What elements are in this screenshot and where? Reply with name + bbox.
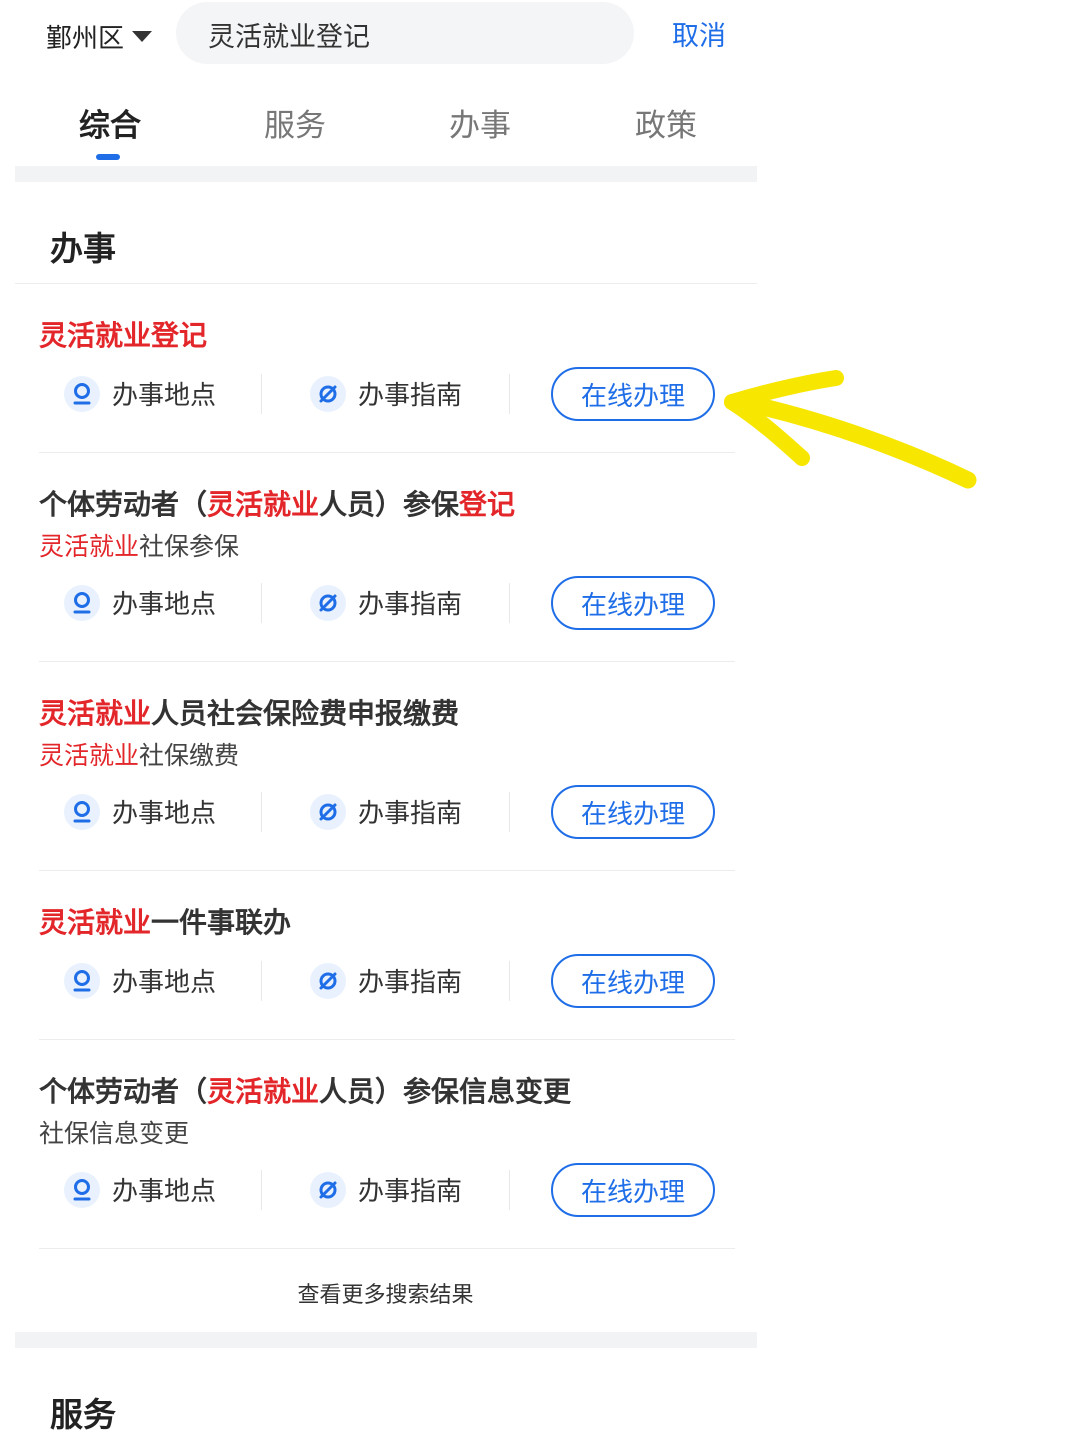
search-box[interactable] [176,2,634,66]
location-action[interactable]: 办事地点 [64,962,216,999]
text-segment: 人员）参保 [319,488,460,521]
divider [261,374,262,414]
text-segment: 社保缴费 [139,741,240,770]
highlighted-text: 登记 [459,488,516,521]
district-selector[interactable]: 鄞州区 [46,14,153,58]
divider [509,961,510,1001]
highlighted-text: 灵活就业 [39,697,152,730]
guide-label: 办事指南 [358,799,463,829]
view-more-results-link[interactable]: 查看更多搜索结果 [0,1277,771,1309]
compass-icon [310,962,346,999]
location-label: 办事地点 [112,799,217,829]
location-label: 办事地点 [112,1177,217,1207]
tab-services[interactable]: 服务 [264,100,326,145]
divider [261,1170,262,1210]
divider [509,792,510,832]
guide-action[interactable]: 办事指南 [310,584,462,621]
guide-action[interactable]: 办事指南 [310,375,462,412]
online-handle-button[interactable]: 在线办理 [551,367,715,421]
guide-action[interactable]: 办事指南 [310,962,462,999]
highlighted-text: 灵活就业 [39,532,140,561]
item-title[interactable]: 灵活就业人员社会保险费申报缴费 [39,692,459,732]
online-handle-button[interactable]: 在线办理 [551,1163,715,1217]
guide-action[interactable]: 办事指南 [310,793,462,830]
divider [261,961,262,1001]
location-pin-icon [64,584,100,621]
location-action[interactable]: 办事地点 [64,375,216,412]
caret-down-icon [132,30,153,42]
location-action[interactable]: 办事地点 [64,1171,216,1208]
location-pin-icon [64,962,100,999]
tab-policies[interactable]: 政策 [635,100,697,145]
district-label: 鄞州区 [46,23,125,54]
online-handle-button[interactable]: 在线办理 [551,785,715,839]
divider [15,283,757,284]
section-divider [15,1332,757,1348]
location-pin-icon [64,375,100,412]
divider [261,792,262,832]
divider [509,1170,510,1210]
text-segment: 社保信息变更 [39,1119,190,1148]
divider [39,452,735,453]
tab-affairs[interactable]: 办事 [449,100,511,145]
divider [509,583,510,623]
compass-icon [310,793,346,830]
text-segment: 人员社会保险费申报缴费 [151,697,460,730]
location-label: 办事地点 [112,381,217,411]
item-subtitle: 社保信息变更 [39,1114,189,1150]
location-pin-icon [64,793,100,830]
guide-label: 办事指南 [358,1177,463,1207]
online-handle-button[interactable]: 在线办理 [551,576,715,630]
compass-icon [310,375,346,412]
arrow-pointing-left-icon [724,370,977,489]
item-subtitle: 灵活就业社保参保 [39,527,239,563]
guide-label: 办事指南 [358,590,463,620]
item-title[interactable]: 灵活就业一件事联办 [39,901,291,941]
location-action[interactable]: 办事地点 [64,793,216,830]
highlighted-text: 灵活就业 [39,906,152,939]
text-segment: 个体劳动者（ [39,1075,208,1108]
highlighted-text: 灵活就业 [207,1075,320,1108]
section-title-services: 服务 [50,1395,116,1434]
item-subtitle: 灵活就业社保缴费 [39,736,239,772]
highlighted-text: 灵活就业登记 [39,319,208,352]
location-pin-icon [64,1171,100,1208]
compass-icon [310,1171,346,1208]
highlighted-text: 灵活就业 [207,488,320,521]
highlighted-text: 灵活就业 [39,741,140,770]
item-title[interactable]: 灵活就业登记 [39,314,207,354]
text-segment: 人员）参保信息变更 [319,1075,572,1108]
section-title-affairs: 办事 [50,229,116,268]
location-action[interactable]: 办事地点 [64,584,216,621]
tab-comprehensive[interactable]: 综合 [79,100,141,145]
guide-label: 办事指南 [358,381,463,411]
location-label: 办事地点 [112,968,217,998]
divider [509,374,510,414]
text-segment: 个体劳动者（ [39,488,208,521]
item-title[interactable]: 个体劳动者（灵活就业人员）参保信息变更 [39,1070,571,1110]
search-input[interactable] [206,2,610,66]
text-segment: 社保参保 [139,532,240,561]
divider [261,583,262,623]
compass-icon [310,584,346,621]
guide-label: 办事指南 [358,968,463,998]
guide-action[interactable]: 办事指南 [310,1171,462,1208]
divider [39,1248,735,1249]
location-label: 办事地点 [112,590,217,620]
divider [39,1039,735,1040]
online-handle-button[interactable]: 在线办理 [551,954,715,1008]
divider [39,870,735,871]
section-divider [15,166,757,182]
item-title[interactable]: 个体劳动者（灵活就业人员）参保登记 [39,483,515,523]
cancel-button[interactable]: 取消 [672,14,726,53]
divider [39,661,735,662]
active-tab-indicator [96,154,120,160]
text-segment: 一件事联办 [151,906,292,939]
